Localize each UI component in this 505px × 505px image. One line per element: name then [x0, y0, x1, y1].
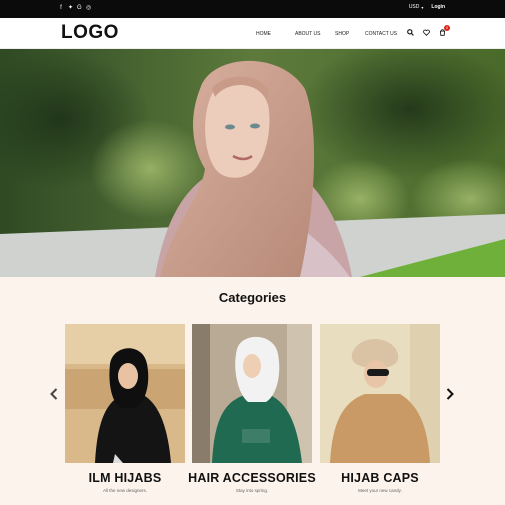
top-bar: f ✦ G ◎ USD ▾ Login [0, 0, 505, 18]
main-nav: HOME ABOUT US SHOP CONTACT US [248, 31, 405, 37]
instagram-icon[interactable]: ◎ [86, 4, 91, 12]
nav-item-home[interactable]: HOME [256, 31, 295, 37]
category-subtitle: Meet your new candy. [358, 488, 402, 493]
search-button[interactable] [405, 27, 415, 37]
carousel-prev-button[interactable] [50, 388, 58, 403]
hero-image [0, 49, 505, 277]
google-icon[interactable]: G [77, 4, 82, 12]
nav-item-about-us[interactable]: ABOUT US [295, 31, 335, 37]
chevron-down-icon: ▾ [421, 4, 424, 10]
carousel-next-button[interactable] [446, 388, 454, 403]
login-link[interactable]: Login [431, 4, 445, 10]
heart-icon [422, 29, 430, 36]
nav-item-shop[interactable]: SHOP [335, 31, 365, 37]
chevron-left-icon [50, 388, 58, 400]
header-tools: 0 [405, 25, 450, 37]
categories-title: Categories [218, 290, 287, 305]
cart-count-badge: 0 [444, 25, 450, 31]
search-icon [406, 28, 414, 36]
category-image-ilm-hijabs [65, 324, 185, 463]
hero-banner [0, 49, 505, 277]
category-card-hair-accessories[interactable] [192, 324, 312, 463]
nav-item-contact-us[interactable]: CONTACT US [365, 31, 405, 37]
category-card-hijab-caps[interactable] [320, 324, 440, 463]
twitter-icon[interactable]: ✦ [68, 4, 73, 12]
site-logo[interactable]: LOGO [61, 22, 119, 44]
category-card-ilm-hijabs[interactable] [65, 324, 185, 463]
currency-label: USD [408, 4, 420, 10]
category-image-hair-accessories [192, 324, 312, 463]
site-header: LOGO HOME ABOUT US SHOP CONTACT US 0 [0, 18, 505, 49]
facebook-icon[interactable]: f [59, 4, 63, 12]
chevron-right-icon [446, 388, 454, 400]
social-links: f ✦ G ◎ [59, 4, 91, 12]
category-image-hijab-caps [320, 324, 440, 463]
top-bar-actions: USD ▾ Login [409, 4, 445, 10]
currency-selector[interactable]: USD ▾ [409, 4, 424, 10]
cart-button[interactable]: 0 [437, 25, 450, 37]
wishlist-button[interactable] [421, 27, 431, 37]
category-name[interactable]: HIJAB CAPS [305, 471, 455, 485]
